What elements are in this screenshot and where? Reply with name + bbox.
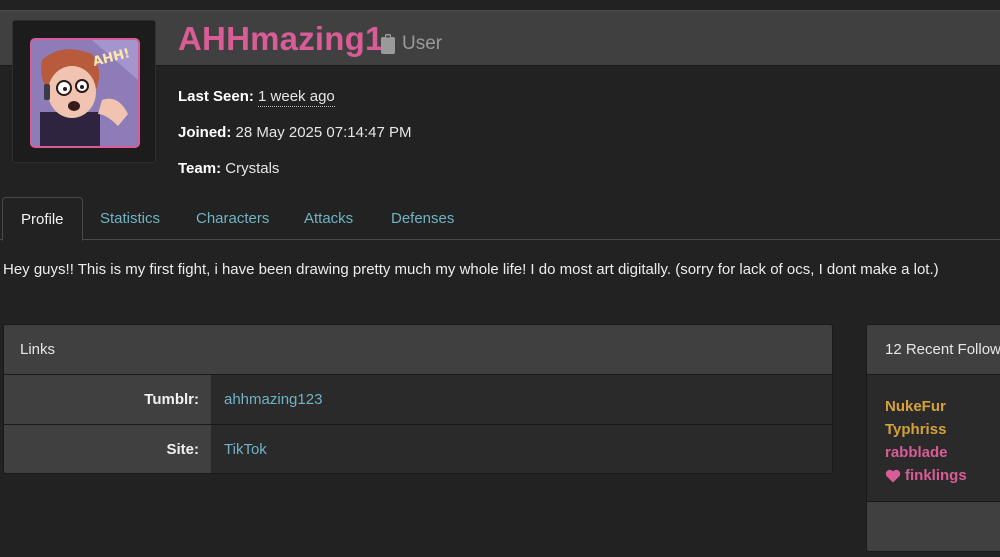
follower-name[interactable]: rabblade: [885, 441, 948, 464]
links-panel: Links Tumblr: ahhmazing123 Site: TikTok: [3, 324, 833, 474]
last-seen-label: Last Seen:: [178, 88, 254, 105]
joined-value: 28 May 2025 07:14:47 PM: [235, 124, 412, 141]
role-label: User: [402, 33, 443, 54]
follower-name[interactable]: NukeFur: [885, 395, 946, 418]
last-seen-row: Last Seen: 1 week ago: [178, 88, 335, 107]
recent-followers-title: 12 Recent Follow: [867, 325, 1000, 375]
profile-bio: Hey guys!! This is my first fight, i hav…: [3, 261, 939, 278]
recent-followers-panel: 12 Recent Follow NukeFur Typhriss rabbla…: [866, 324, 1000, 552]
link-row-tumblr: Tumblr: ahhmazing123: [4, 375, 832, 425]
link-label: Tumblr:: [4, 375, 211, 424]
profile-page: AHH! AHHmazing1 User Last Seen: 1 week a…: [0, 0, 1000, 557]
links-panel-title: Links: [4, 325, 832, 375]
avatar[interactable]: AHH!: [30, 38, 140, 148]
followers-list: NukeFur Typhriss rabblade finklings: [867, 375, 1000, 487]
team-value: Crystals: [225, 160, 280, 177]
joined-label: Joined:: [178, 124, 232, 141]
link-value[interactable]: ahhmazing123: [224, 375, 322, 424]
follower-item[interactable]: rabblade: [885, 441, 1000, 464]
heart-icon: [885, 469, 901, 482]
follower-item[interactable]: Typhriss: [885, 418, 1000, 441]
joined-row: Joined: 28 May 2025 07:14:47 PM: [178, 124, 411, 141]
link-label: Site:: [4, 425, 211, 473]
avatar-frame: AHH!: [12, 20, 156, 163]
follower-name[interactable]: Typhriss: [885, 418, 946, 441]
last-seen-value[interactable]: 1 week ago: [258, 88, 335, 107]
tab-statistics[interactable]: Statistics: [82, 197, 178, 240]
profile-tabs: Profile Statistics Characters Attacks De…: [0, 197, 1000, 241]
follower-item[interactable]: NukeFur: [885, 395, 1000, 418]
link-value[interactable]: TikTok: [224, 425, 267, 473]
username-heading: AHHmazing1: [178, 20, 384, 57]
avatar-illustration: AHH!: [32, 40, 138, 146]
tab-attacks[interactable]: Attacks: [286, 197, 371, 240]
link-row-site: Site: TikTok: [4, 425, 832, 473]
follower-item[interactable]: finklings: [885, 464, 1000, 487]
tab-profile[interactable]: Profile: [2, 197, 83, 241]
tab-characters[interactable]: Characters: [178, 197, 287, 240]
clipboard-icon: [381, 34, 395, 54]
user-role: User: [380, 33, 442, 55]
tab-defenses[interactable]: Defenses: [373, 197, 472, 240]
team-row: Team: Crystals: [178, 160, 279, 177]
team-label: Team:: [178, 160, 222, 177]
followers-panel-footer: [867, 501, 1000, 551]
follower-name[interactable]: finklings: [905, 464, 967, 487]
